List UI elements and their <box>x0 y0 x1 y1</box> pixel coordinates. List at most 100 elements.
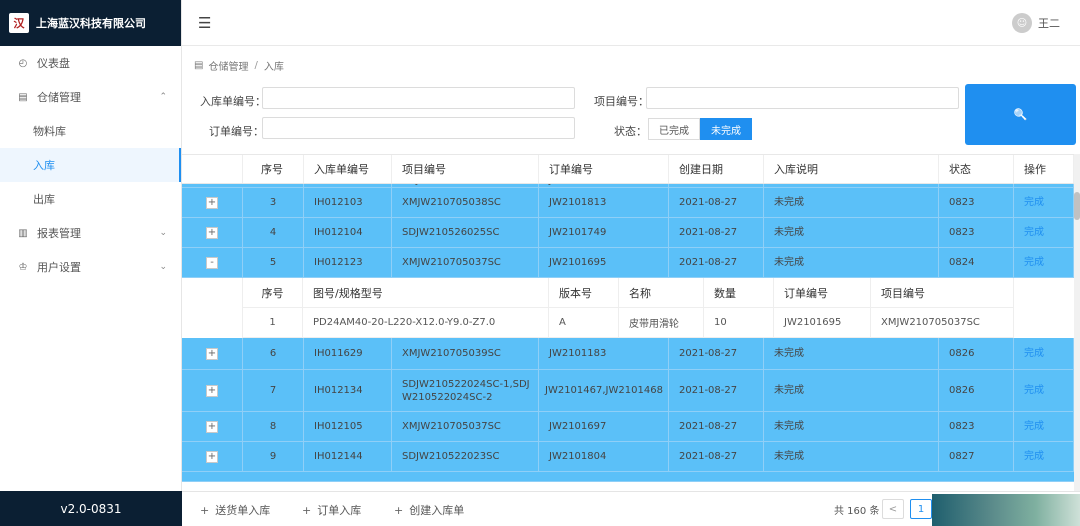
sidebar-item-warehouse[interactable]: ▤ 仓储管理 ⌃ <box>0 80 181 114</box>
button-label: 送货单入库 <box>215 504 271 517</box>
detail-seq-cell: 1 <box>243 308 303 337</box>
sidebar-item-outbound[interactable]: 出库 <box>0 182 181 216</box>
seq-cell: 4 <box>243 218 304 247</box>
complete-link[interactable]: 完成 <box>1014 248 1074 277</box>
breadcrumb-parent[interactable]: 仓储管理 <box>208 58 248 73</box>
sidebar-item-label: 仪表盘 <box>37 57 70 70</box>
plus-icon: + <box>394 504 404 517</box>
inbound-no-input[interactable] <box>262 87 575 109</box>
user-name: 王二 <box>1038 17 1060 30</box>
sidebar-item-label: 入库 <box>33 159 55 172</box>
header-note: 入库说明 <box>764 155 939 183</box>
seq-cell: 3 <box>243 188 304 217</box>
project-cell: SDJW210522024SC-1,SDJW210522024SC-2 <box>392 370 539 411</box>
order-cell: JW2101183 <box>539 338 669 369</box>
status-cell: 0826 <box>939 370 1014 411</box>
detail-header-qty: 数量 <box>704 278 774 307</box>
user-menu[interactable]: ☺ 王二 <box>1012 13 1060 33</box>
date-cell: 2021-08-27 <box>669 188 764 217</box>
search-icon: 🔍 <box>1013 108 1028 121</box>
menu-toggle-icon[interactable]: ☰ <box>198 14 211 32</box>
expand-row-button[interactable]: + <box>206 420 218 433</box>
order-cell: JW2101804 <box>539 442 669 471</box>
inbound-cell: IH012103 <box>304 188 392 217</box>
date-cell: 2021-08-27 <box>669 370 764 411</box>
prev-page-button[interactable]: < <box>882 499 904 519</box>
version-label: v2.0-0831 <box>0 491 182 526</box>
sidebar-item-inbound[interactable]: 入库 <box>0 148 181 182</box>
expand-row-button[interactable]: + <box>206 196 218 209</box>
sidebar-item-reports[interactable]: ▥ 报表管理 ⌄ <box>0 216 181 250</box>
sidebar-item-user-settings[interactable]: ♔ 用户设置 ⌄ <box>0 250 181 284</box>
detail-header-name: 名称 <box>619 278 704 307</box>
scrollbar-thumb[interactable] <box>1074 192 1080 220</box>
sidebar-item-label: 报表管理 <box>37 227 81 240</box>
status-undone-button[interactable]: 未完成 <box>700 118 752 140</box>
collapse-row-button[interactable]: - <box>206 256 218 269</box>
footer-bar: + 送货单入库 + 订单入库 + 创建入库单 共 160 条 < 1 <box>182 491 1080 526</box>
header-status: 状态 <box>939 155 1014 183</box>
status-cell: 0823 <box>939 412 1014 441</box>
project-cell: SDJW210522023SC <box>392 442 539 471</box>
search-button[interactable]: 🔍 <box>965 84 1076 145</box>
complete-link[interactable]: 完成 <box>1014 442 1074 471</box>
table-row[interactable]: - 5 IH012123 XMJW210705037SC JW2101695 2… <box>182 248 1074 278</box>
table-row[interactable]: + 8 IH012105 XMJW210705037SC JW2101697 2… <box>182 412 1074 442</box>
status-cell: 0823 <box>939 188 1014 217</box>
expand-row-button[interactable]: + <box>206 450 218 463</box>
overlay-image <box>932 494 1080 526</box>
detail-header-seq: 序号 <box>243 278 303 307</box>
table-row[interactable]: + 3 IH012103 XMJW210705038SC JW2101813 2… <box>182 188 1074 218</box>
date-cell: 2021-08-27 <box>669 442 764 471</box>
note-cell: 未完成 <box>764 412 939 441</box>
status-done-button[interactable]: 已完成 <box>648 118 700 140</box>
detail-drawing-cell: PD24AM40-20-L220-X12.0-Y9.0-Z7.0 <box>303 308 549 337</box>
expand-row-button[interactable]: + <box>206 347 218 360</box>
chevron-down-icon: ⌄ <box>159 262 167 272</box>
delivery-inbound-button[interactable]: + 送货单入库 <box>200 502 270 518</box>
detail-order-cell: JW2101695 <box>774 308 871 337</box>
table-row[interactable]: + 6 IH011629 XMJW210705039SC JW2101183 2… <box>182 338 1074 370</box>
note-cell: 未完成 <box>764 338 939 369</box>
complete-link[interactable]: 完成 <box>1014 370 1074 411</box>
header-date: 创建日期 <box>669 155 764 183</box>
complete-link[interactable]: 完成 <box>1014 412 1074 441</box>
order-inbound-button[interactable]: + 订单入库 <box>302 502 361 518</box>
table-row[interactable]: + 7 IH012134 SDJW210522024SC-1,SDJW21052… <box>182 370 1074 412</box>
page-button-current[interactable]: 1 <box>910 499 932 519</box>
create-inbound-button[interactable]: + 创建入库单 <box>394 502 464 518</box>
detail-header-drawing: 图号/规格型号 <box>303 278 549 307</box>
status-cell: 0823 <box>939 218 1014 247</box>
sidebar-item-dashboard[interactable]: ◴ 仪表盘 <box>0 46 181 80</box>
expand-row-button[interactable]: + <box>206 384 218 397</box>
detail-table: 序号 图号/规格型号 版本号 名称 数量 订单编号 项目编号 1 PD24AM4… <box>243 278 1014 338</box>
order-no-input[interactable] <box>262 117 575 139</box>
sidebar-item-materials[interactable]: 物料库 <box>0 114 181 148</box>
button-label: 订单入库 <box>317 504 362 517</box>
note-cell: 未完成 <box>764 442 939 471</box>
complete-link[interactable]: 完成 <box>1014 218 1074 247</box>
table-row[interactable]: + 4 IH012104 SDJW210526025SC JW2101749 2… <box>182 218 1074 248</box>
breadcrumb-current: 入库 <box>263 62 284 73</box>
sidebar-item-label: 用户设置 <box>37 261 81 274</box>
order-cell: JW2101813 <box>539 188 669 217</box>
status-cell: 0824 <box>939 248 1014 277</box>
users-icon: ♔ <box>18 261 28 273</box>
complete-link[interactable]: 完成 <box>1014 188 1074 217</box>
expand-row-button[interactable]: + <box>206 226 218 239</box>
sidebar-item-label: 出库 <box>33 193 55 206</box>
detail-header-order: 订单编号 <box>774 278 871 307</box>
table-scrollbar[interactable] <box>1074 154 1080 491</box>
order-cell: JW2101749 <box>539 218 669 247</box>
expand-cell: + <box>182 338 243 369</box>
complete-link[interactable]: 完成 <box>1014 338 1074 369</box>
table-row[interactable]: + 9 IH012144 SDJW210522023SC JW2101804 2… <box>182 442 1074 472</box>
seq-cell: 8 <box>243 412 304 441</box>
project-no-input[interactable] <box>646 87 959 109</box>
order-cell: JW2101697 <box>539 412 669 441</box>
project-cell: XMJW210705037SC <box>392 412 539 441</box>
detail-name-cell: 皮带用滑轮 <box>619 308 704 337</box>
seq-cell: 5 <box>243 248 304 277</box>
detail-header-row: 序号 图号/规格型号 版本号 名称 数量 订单编号 项目编号 <box>243 278 1014 308</box>
order-cell: JW2101695 <box>539 248 669 277</box>
